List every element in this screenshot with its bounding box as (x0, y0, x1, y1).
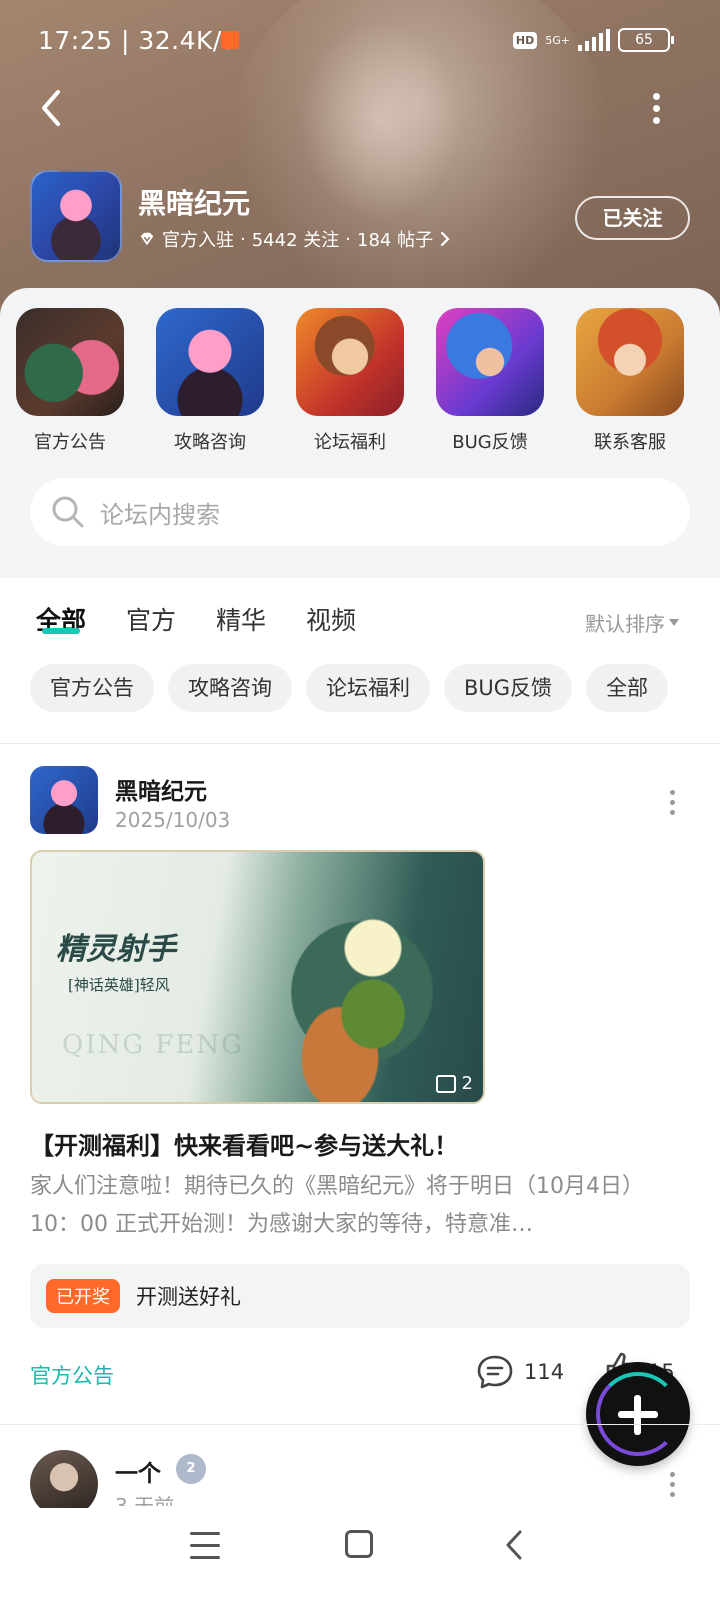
more-options-button[interactable] (640, 88, 672, 128)
post-author-avatar[interactable] (30, 766, 98, 834)
post-more-button[interactable] (664, 790, 680, 818)
post-count: 184 帖子 (357, 230, 434, 251)
shortcut-label: 攻略咨询 (174, 432, 246, 453)
comment-icon[interactable] (476, 1354, 514, 1390)
chip-welfare[interactable]: 论坛福利 (306, 664, 430, 712)
shortcut-announcements[interactable]: 官方公告 (0, 308, 140, 454)
back-button[interactable] (34, 86, 74, 130)
post-image-watermark: QING FENG (62, 1030, 244, 1060)
follow-button[interactable]: 已关注 (575, 196, 690, 240)
create-post-button[interactable] (586, 1362, 690, 1466)
category-chips: 官方公告 攻略咨询 论坛福利 BUG反馈 全部 (30, 664, 669, 712)
active-tab-indicator (42, 628, 80, 634)
shortcut-label: 联系客服 (594, 432, 666, 453)
chip-guides[interactable]: 攻略咨询 (168, 664, 292, 712)
lottery-title: 开测送好礼 (136, 1285, 241, 1309)
post-image-artwork (252, 882, 472, 1102)
shortcut-image (16, 308, 124, 416)
image-count: 2 (461, 1073, 473, 1094)
post-image[interactable]: 精灵射手 [神话英雄]轻风 QING FENG 2 (30, 850, 485, 1104)
shortcut-customer-service[interactable]: 联系客服 (560, 308, 700, 454)
post-image-title: 精灵射手 (56, 932, 176, 967)
shortcut-label: 官方公告 (34, 432, 106, 453)
post-more-button[interactable] (664, 1472, 680, 1500)
forum-meta[interactable]: 官方入驻 · 5442 关注 · 184 帖子 (138, 226, 451, 252)
shortcut-bug-report[interactable]: BUG反馈 (420, 308, 560, 454)
official-label: 官方入驻 (162, 230, 234, 251)
forum-header-banner: 17:25 | 32.4K/s HD 5G+ 65 黑暗纪元 官方入驻 · 54… (0, 0, 720, 330)
post-excerpt[interactable]: 家人们注意啦！期待已久的《黑暗纪元》将于明日（10月4日）10：00 正式开始测… (30, 1168, 680, 1244)
post-date: 3 天前 (115, 1494, 175, 1506)
post-title[interactable]: 【开测福利】快来看看吧~参与送大礼！ (30, 1126, 690, 1161)
chip-bug-report[interactable]: BUG反馈 (444, 664, 573, 712)
home-button[interactable] (345, 1530, 373, 1558)
image-count-badge: 2 (435, 1073, 473, 1094)
diamond-icon (140, 232, 154, 246)
signal-icon (578, 29, 610, 51)
caret-down-icon (669, 619, 679, 626)
recent-apps-button[interactable] (190, 1532, 220, 1560)
follower-count: 5442 关注 (251, 230, 340, 251)
search-input[interactable]: 论坛内搜索 (30, 478, 690, 546)
search-icon (52, 496, 84, 528)
shortcut-welfare[interactable]: 论坛福利 (280, 308, 420, 454)
divider (0, 1424, 720, 1425)
comment-count: 114 (524, 1360, 565, 1384)
chip-all[interactable]: 全部 (586, 664, 669, 712)
lottery-card[interactable]: 已开奖 开测送好礼 (30, 1264, 690, 1328)
forum-name: 黑暗纪元 (138, 187, 251, 220)
status-bar: 17:25 | 32.4K/s HD 5G+ 65 (0, 22, 720, 62)
shortcut-image (296, 308, 404, 416)
forum-shortcut-card: 官方公告 攻略咨询 论坛福利 BUG反馈 联系客服 论坛内搜索 (0, 288, 720, 578)
chevron-right-icon (440, 231, 450, 247)
sort-dropdown[interactable]: 默认排序 (585, 608, 679, 637)
system-back-button[interactable] (500, 1528, 530, 1562)
post-category-tag[interactable]: 官方公告 (30, 1360, 114, 1390)
shortcut-label: BUG反馈 (452, 432, 528, 453)
back-arrow-icon (42, 90, 60, 126)
sort-label: 默认排序 (585, 612, 665, 636)
hd-badge: HD (512, 31, 538, 49)
system-navigation-bar (0, 1508, 720, 1600)
post-date: 2025/10/03 (115, 808, 231, 832)
tab-featured[interactable]: 精华 (216, 601, 266, 637)
notification-icon (221, 31, 239, 49)
post-author-name[interactable]: 黑暗纪元 (115, 772, 207, 806)
post-image-subtitle: [神话英雄]轻风 (68, 976, 170, 994)
shortcut-image (576, 308, 684, 416)
lottery-status-badge: 已开奖 (46, 1279, 120, 1313)
battery-icon: 65 (618, 28, 674, 52)
user-level-badge: 2 (176, 1454, 206, 1484)
image-icon (435, 1074, 456, 1093)
shortcut-image (436, 308, 544, 416)
shortcut-guides[interactable]: 攻略咨询 (140, 308, 280, 454)
chip-announcements[interactable]: 官方公告 (30, 664, 154, 712)
divider (0, 743, 720, 744)
tab-official[interactable]: 官方 (126, 601, 176, 637)
shortcut-row: 官方公告 攻略咨询 论坛福利 BUG反馈 联系客服 (0, 308, 720, 454)
post-author-name[interactable]: 一个 (115, 1454, 161, 1488)
tab-video[interactable]: 视频 (306, 601, 356, 637)
status-time: 17:25 | 32.4K/s (38, 26, 236, 55)
forum-avatar (30, 170, 122, 262)
shortcut-label: 论坛福利 (314, 432, 386, 453)
search-placeholder: 论坛内搜索 (100, 500, 220, 529)
network-type: 5G+ (545, 33, 570, 47)
status-indicators: HD 5G+ 65 (512, 28, 674, 52)
shortcut-image (156, 308, 264, 416)
